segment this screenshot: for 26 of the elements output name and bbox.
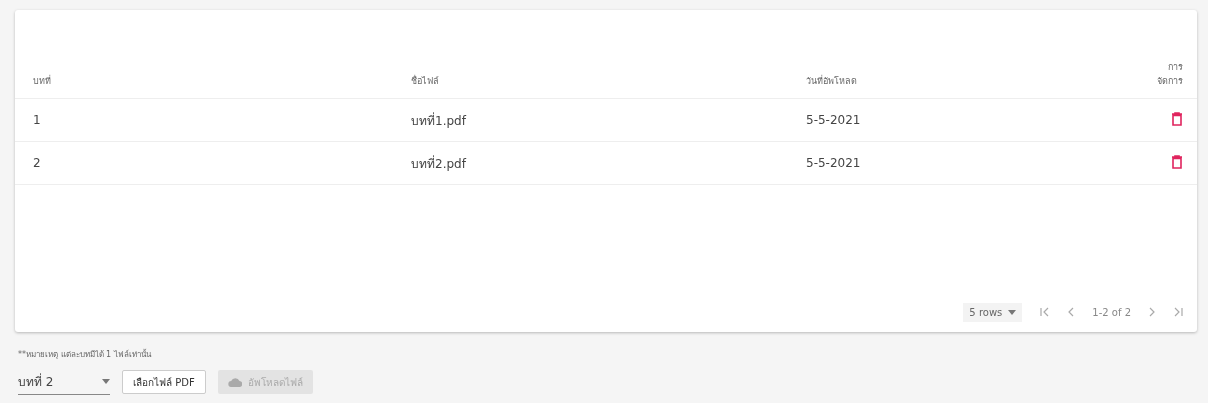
next-page-icon[interactable] <box>1149 307 1155 317</box>
rows-per-page-select[interactable]: 5 rows <box>963 302 1023 322</box>
delete-icon[interactable] <box>1171 154 1183 169</box>
table-cell-text: 5-5-2021 <box>805 156 862 170</box>
select-value: บทที่ 2 <box>18 372 54 391</box>
last-page-icon[interactable] <box>1173 307 1183 317</box>
column-header: ชื่อไฟล์ <box>410 74 440 88</box>
caret-icon <box>102 379 110 384</box>
note-text: **หมายเหตุ แต่ละบทมีได้ 1 ไฟล์เท่านั้น <box>18 348 153 361</box>
table-cell-text: บทที่1.pdf <box>410 111 468 130</box>
choose-file-button[interactable]: เลือกไฟล์ PDF <box>122 370 206 394</box>
delete-icon[interactable] <box>1171 111 1183 126</box>
column-header: บทที่ <box>32 74 52 88</box>
first-page-icon[interactable] <box>1040 307 1051 317</box>
column-header: วันที่อัพโหลด <box>805 74 858 88</box>
table-cell-text: 1 <box>32 113 42 127</box>
rows-per-page-text: 5 rows <box>969 306 1003 318</box>
table-cell-text: 2 <box>32 156 42 170</box>
caret-icon <box>1008 309 1017 315</box>
column-header: การจัดการ <box>1156 61 1184 88</box>
cloud-icon <box>227 377 242 387</box>
chapter-select[interactable]: บทที่ 2 <box>18 369 110 395</box>
table-cell-text: บทที่2.pdf <box>410 154 468 173</box>
table-cell-text: 5-5-2021 <box>805 113 862 127</box>
page-range-text: 1-2 of 2 <box>1092 306 1131 318</box>
previous-page-icon[interactable] <box>1068 307 1075 317</box>
